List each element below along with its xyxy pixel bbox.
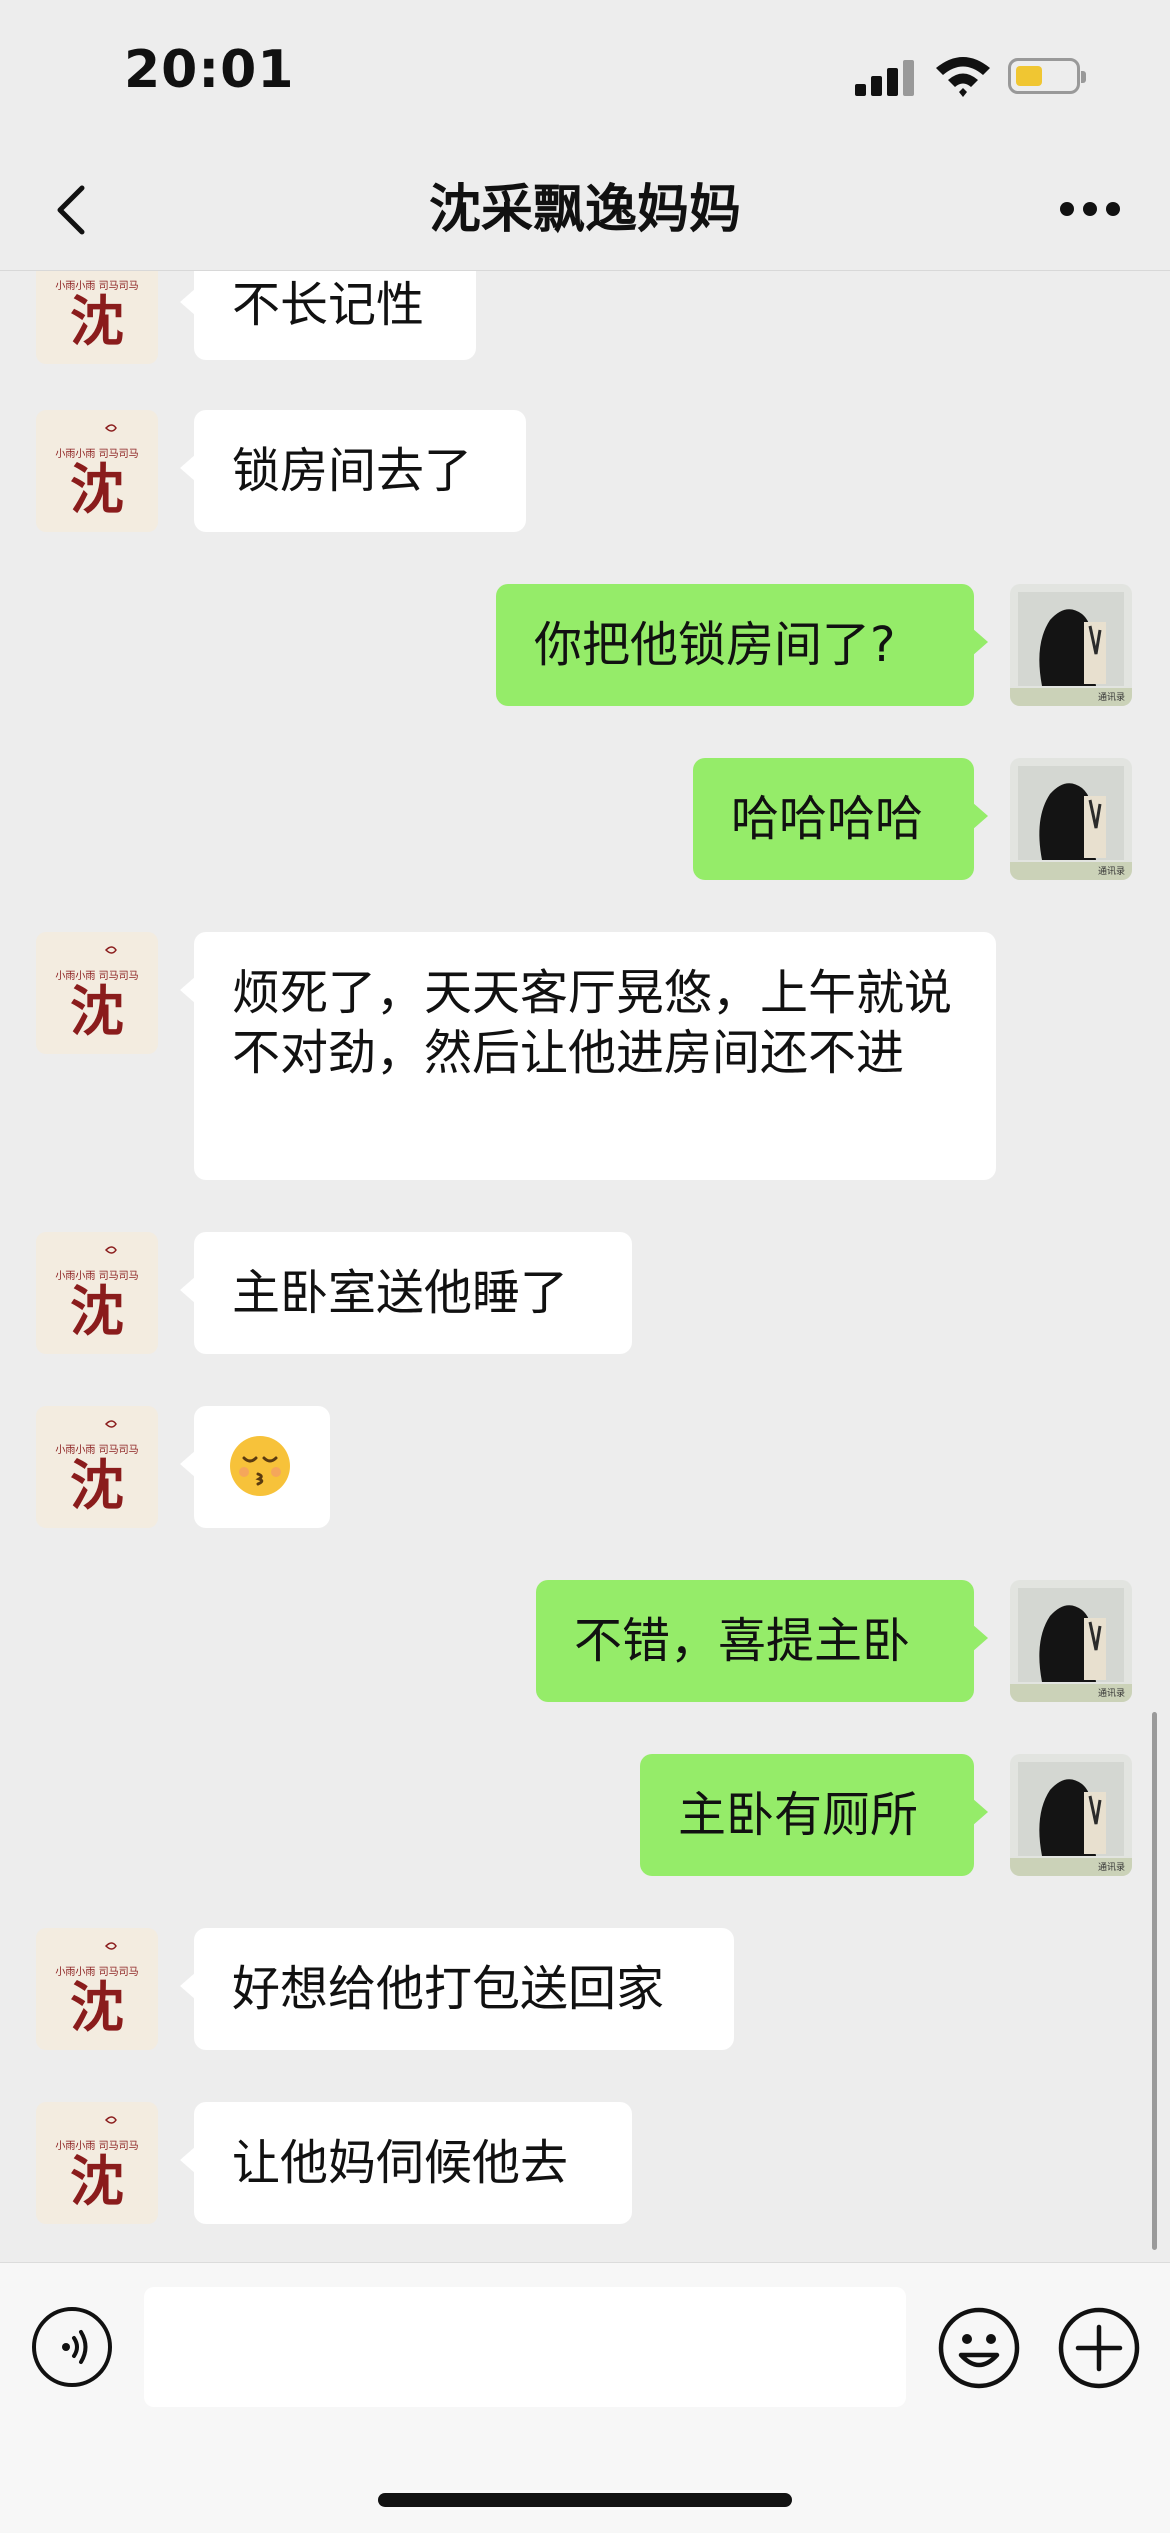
contact-avatar[interactable]: 小雨小雨 司马司马 沈: [36, 2102, 158, 2224]
self-avatar[interactable]: 通讯录: [1010, 758, 1132, 880]
message-text: 锁房间去了: [232, 443, 473, 499]
chat-header: 沈采飘逸妈妈: [0, 150, 1170, 271]
scroll-indicator[interactable]: [1152, 1712, 1157, 2250]
contact-avatar[interactable]: 小雨小雨 司马司马 沈: [36, 410, 158, 532]
message-bubble[interactable]: 主卧有厕所: [640, 1754, 988, 1876]
status-time: 20:01: [124, 40, 295, 100]
svg-text:通讯录: 通讯录: [1098, 866, 1125, 877]
message-bubble[interactable]: 好想给他打包送回家: [180, 1928, 734, 2050]
message-text: 你把他锁房间了?: [534, 617, 896, 673]
message-bubble[interactable]: 主卧室送他睡了: [180, 1232, 632, 1354]
status-bar: 20:01: [0, 0, 1170, 150]
avatar-logo-text: 沈: [70, 1453, 124, 1517]
voice-icon[interactable]: [32, 2307, 112, 2387]
message-text: 主卧室送他睡了: [232, 1265, 569, 1321]
svg-text:通讯录: 通讯录: [1098, 1688, 1125, 1699]
message-text: 哈哈哈哈: [731, 791, 924, 847]
battery-icon: [1008, 58, 1086, 94]
avatar-logo-text: 沈: [70, 289, 124, 353]
message-bubble[interactable]: 让他妈伺候他去: [180, 2102, 632, 2224]
self-avatar[interactable]: 通讯录: [1010, 1754, 1132, 1876]
plus-icon[interactable]: [1056, 2305, 1142, 2391]
svg-text:通讯录: 通讯录: [1098, 1862, 1125, 1873]
message-text: 不错，喜提主卧: [574, 1613, 911, 1669]
message-bubble[interactable]: 锁房间去了: [180, 410, 526, 532]
input-bar: [0, 2262, 1170, 2533]
self-avatar[interactable]: 通讯录: [1010, 584, 1132, 706]
self-avatar[interactable]: 通讯录: [1010, 1580, 1132, 1702]
more-icon[interactable]: [1060, 202, 1120, 218]
contact-avatar[interactable]: 小雨小雨 司马司马 沈: [36, 932, 158, 1054]
cellular-signal-icon: [855, 60, 915, 96]
message-text: 主卧有厕所: [678, 1787, 919, 1843]
contact-avatar[interactable]: 小雨小雨 司马司马 沈: [36, 1232, 158, 1354]
home-indicator[interactable]: [378, 2493, 792, 2507]
message-text: 好想给他打包送回家: [232, 1961, 665, 2017]
avatar-logo-text: 沈: [70, 1279, 124, 1343]
avatar-logo-text: 沈: [70, 979, 124, 1043]
contact-avatar[interactable]: 小雨小雨 司马司马 沈: [36, 271, 158, 364]
message-bubble[interactable]: 你把他锁房间了?: [496, 584, 988, 706]
message-list[interactable]: 小雨小雨 司马司马 沈 不长记性 小雨小雨 司马司马 沈 锁房间去了 你把他锁房…: [0, 271, 1170, 2261]
message-bubble[interactable]: 不错，喜提主卧: [536, 1580, 988, 1702]
emoji-icon[interactable]: [936, 2305, 1022, 2391]
message-text: 不长记性: [232, 277, 425, 333]
avatar-logo-text: 沈: [70, 2149, 124, 2213]
message-bubble[interactable]: [180, 1406, 330, 1528]
message-text: 烦死了，天天客厅晃悠，上午就说不对劲，然后让他进房间还不进: [232, 965, 953, 1081]
message-bubble[interactable]: 烦死了，天天客厅晃悠，上午就说不对劲，然后让他进房间还不进: [180, 932, 996, 1180]
message-text: 让他妈伺候他去: [232, 2135, 569, 2191]
wifi-icon: [936, 57, 990, 97]
contact-avatar[interactable]: 小雨小雨 司马司马 沈: [36, 1928, 158, 2050]
chat-title: 沈采飘逸妈妈: [428, 180, 741, 240]
message-bubble[interactable]: 哈哈哈哈: [693, 758, 988, 880]
message-input[interactable]: [144, 2287, 906, 2407]
contact-avatar[interactable]: 小雨小雨 司马司马 沈: [36, 1406, 158, 1528]
kissing-closed-eyes-emoji: [230, 1436, 290, 1496]
svg-text:通讯录: 通讯录: [1098, 692, 1125, 703]
message-bubble[interactable]: 不长记性: [180, 271, 476, 360]
avatar-logo-text: 沈: [70, 457, 124, 521]
avatar-logo-text: 沈: [70, 1975, 124, 2039]
